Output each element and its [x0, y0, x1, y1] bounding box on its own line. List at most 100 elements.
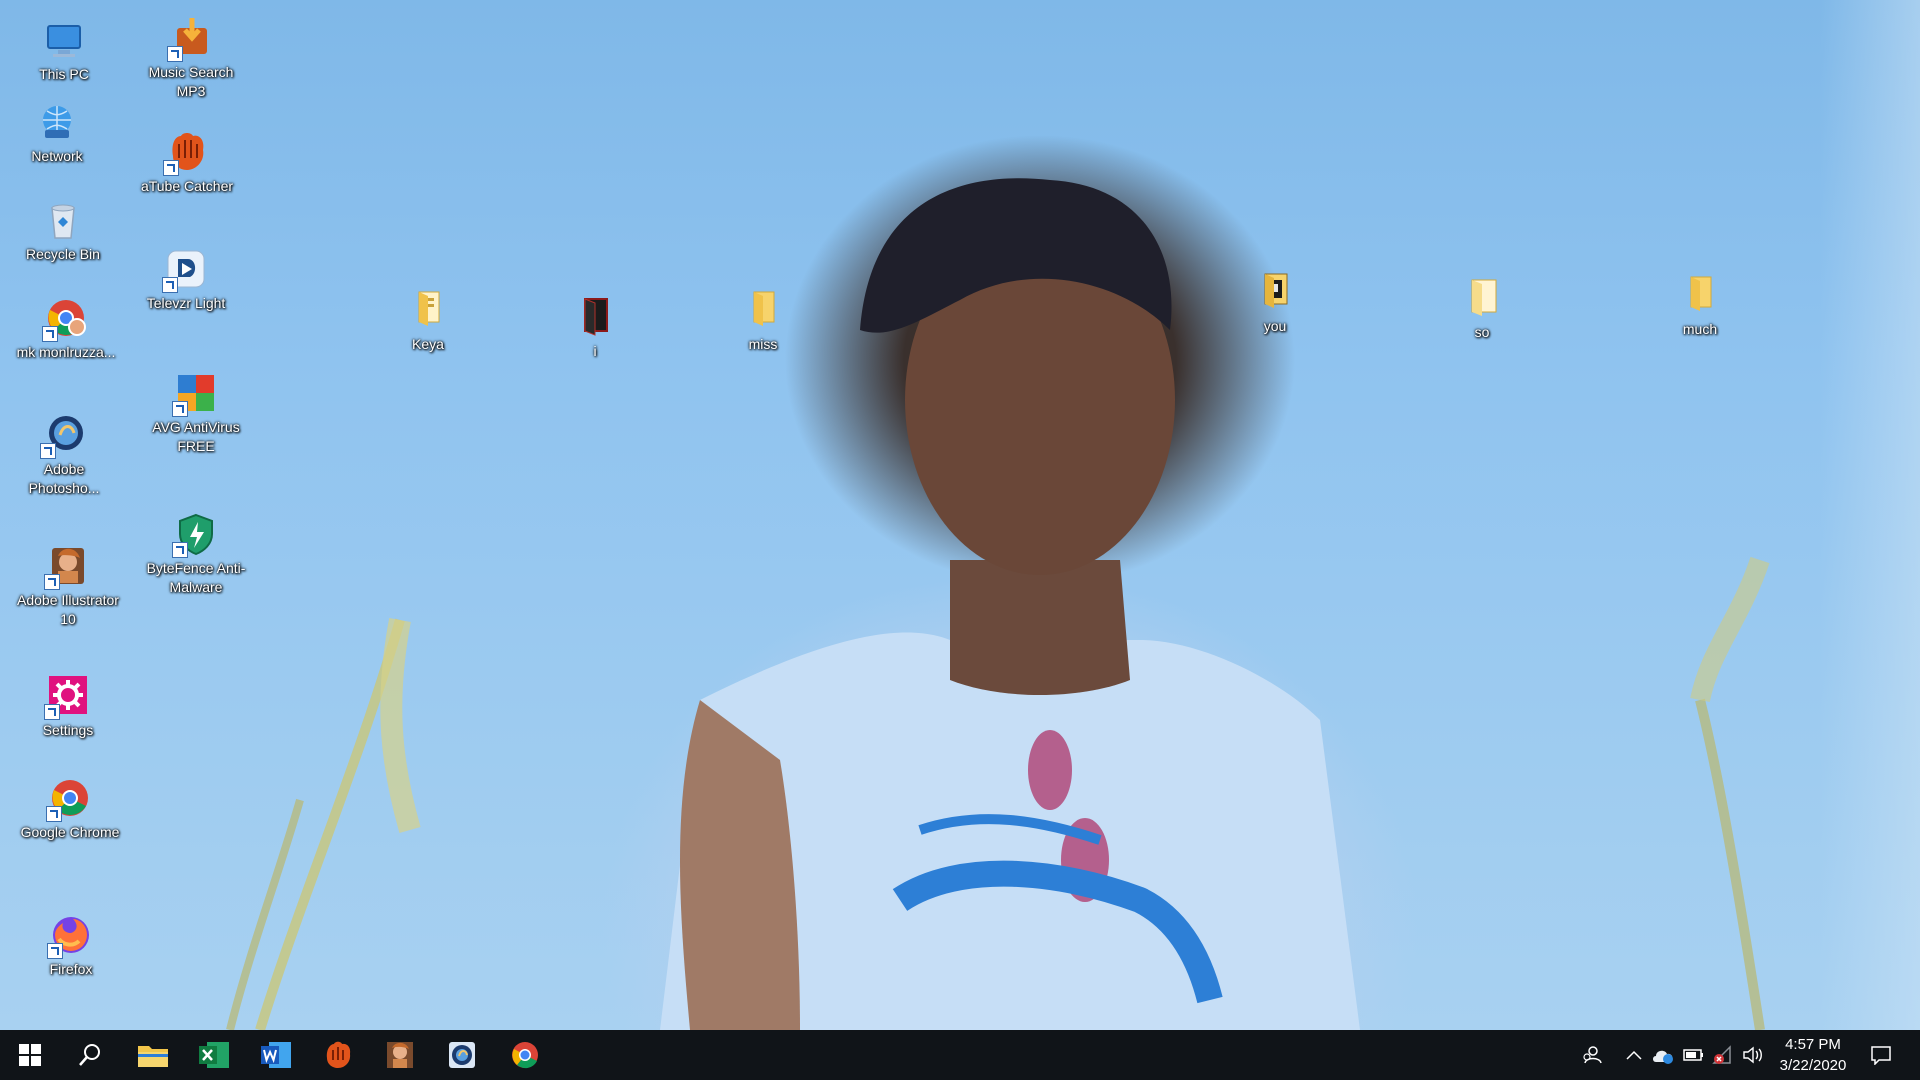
clock-time: 4:57 PM: [1785, 1036, 1841, 1053]
network-disconnected-icon: [1712, 1045, 1731, 1064]
folder-icon: [1253, 270, 1297, 314]
folder-icon: [138, 1046, 168, 1067]
folder-icon: [406, 288, 450, 332]
taskbar-excel[interactable]: [186, 1030, 242, 1080]
onedrive-button[interactable]: [1649, 1030, 1677, 1080]
shortcut-arrow-icon: [172, 542, 188, 558]
action-center-button[interactable]: [1866, 1030, 1896, 1080]
taskbar-illustrator[interactable]: [372, 1030, 428, 1080]
search-button[interactable]: [62, 1030, 118, 1080]
desktop-icon-label: Google Chrome: [20, 824, 120, 840]
desktop-icon-label: AVG AntiVirus FREE: [152, 419, 240, 454]
folder-label: you: [1263, 318, 1287, 334]
chrome-icon: [46, 776, 92, 822]
shortcut-arrow-icon: [163, 160, 179, 176]
speaker-icon: [1743, 1046, 1762, 1064]
taskbar-atube-catcher[interactable]: [310, 1030, 366, 1080]
folder-icon: [741, 288, 785, 332]
network-status-button[interactable]: [1709, 1030, 1737, 1080]
desktop-icon-televzr[interactable]: Televzr Light: [131, 247, 241, 313]
shortcut-arrow-icon: [40, 443, 56, 459]
battery-icon: [1683, 1049, 1703, 1061]
televzr-icon: [162, 247, 208, 293]
desktop-icon-recycle-bin[interactable]: Recycle Bin: [8, 198, 118, 264]
desktop-icon-this-pc[interactable]: This PC: [9, 18, 119, 84]
clock-date: 3/22/2020: [1779, 1057, 1847, 1074]
desktop-icon-label: Adobe Photosho...: [28, 461, 100, 496]
folder-much[interactable]: much: [1645, 273, 1755, 339]
illustrator-icon: [44, 544, 90, 590]
desktop-icon-label: Recycle Bin: [26, 246, 100, 262]
folder-keya[interactable]: Keya: [373, 288, 483, 354]
show-hidden-icons-button[interactable]: [1620, 1030, 1648, 1080]
desktop-icon-avg[interactable]: AVG AntiVirus FREE: [141, 371, 251, 456]
bytefence-icon: [172, 512, 218, 558]
recycle-bin-icon: [41, 198, 85, 242]
taskbar-word[interactable]: [248, 1030, 304, 1080]
chrome-profile-icon: [42, 296, 88, 342]
desktop-icon-label: This PC: [39, 66, 89, 82]
desktop-icon-network[interactable]: Network: [2, 100, 112, 166]
folder-you[interactable]: you: [1220, 270, 1330, 336]
illustrator-icon: [387, 1042, 413, 1068]
folder-miss[interactable]: miss: [708, 288, 818, 354]
desktop-icon-illustrator[interactable]: Adobe Illustrator 10: [13, 544, 123, 629]
desktop-icon-label: Music Search MP3: [148, 64, 234, 99]
chrome-icon: [512, 1042, 538, 1069]
desktop-icon-label: Televzr Light: [146, 295, 226, 311]
desktop-icon-label: Settings: [42, 722, 94, 738]
desktop-icon-firefox[interactable]: Firefox: [16, 913, 126, 979]
folder-label: so: [1474, 324, 1490, 340]
shortcut-arrow-icon: [44, 704, 60, 720]
folder-label: Keya: [412, 336, 444, 352]
desktop-icon-label: ByteFence Anti-Malware: [146, 560, 246, 595]
photoshop-icon: [40, 413, 86, 459]
cloud-sync-icon: [1653, 1050, 1673, 1064]
excel-icon: [199, 1042, 229, 1068]
volume-button[interactable]: [1739, 1030, 1767, 1080]
desktop-icon-label: Network: [31, 148, 83, 164]
avg-icon: [172, 371, 218, 417]
folder-label: much: [1682, 321, 1718, 337]
folder-so[interactable]: so: [1427, 276, 1537, 342]
desktop-icon-settings[interactable]: Settings: [13, 674, 123, 740]
taskbar-chrome[interactable]: [497, 1030, 553, 1080]
wallpaper-edge: [1820, 0, 1920, 1030]
shortcut-arrow-icon: [47, 943, 63, 959]
folder-icon: [1460, 276, 1504, 320]
desktop-icon-atube-catcher[interactable]: aTube Catcher: [132, 130, 242, 196]
word-icon: [261, 1042, 291, 1068]
shortcut-arrow-icon: [42, 326, 58, 342]
taskbar-photoshop[interactable]: [434, 1030, 490, 1080]
people-button[interactable]: [1578, 1030, 1606, 1080]
search-icon: [79, 1044, 100, 1066]
desktop-icon-bytefence[interactable]: ByteFence Anti-Malware: [141, 512, 251, 597]
shortcut-arrow-icon: [172, 401, 188, 417]
shortcut-arrow-icon: [44, 574, 60, 590]
firefox-icon: [47, 913, 93, 959]
desktop-icon-google-chrome[interactable]: Google Chrome: [15, 776, 125, 842]
desktop-icon-music-search[interactable]: Music Search MP3: [136, 16, 246, 101]
desktop-icon-chrome-profile[interactable]: mk monlruzza...: [11, 296, 121, 362]
desktop-icon-label: aTube Catcher: [140, 178, 234, 194]
music-search-icon: [167, 16, 213, 62]
atube-icon: [326, 1041, 351, 1068]
desktop[interactable]: This PC Network Recycle Bin mk monlruzza…: [0, 0, 1920, 1030]
folder-i[interactable]: i: [540, 295, 650, 361]
settings-icon: [44, 674, 90, 720]
taskbar-file-explorer[interactable]: [125, 1030, 181, 1080]
chevron-up-icon: [1626, 1050, 1642, 1060]
people-icon: [1583, 1046, 1602, 1064]
desktop-icon-label: Adobe Illustrator 10: [17, 592, 119, 627]
start-button[interactable]: [2, 1030, 58, 1080]
atube-catcher-icon: [163, 130, 209, 176]
this-pc-icon: [42, 18, 86, 62]
desktop-icon-label: Firefox: [49, 961, 93, 977]
desktop-icon-photoshop[interactable]: Adobe Photosho...: [9, 413, 119, 498]
folder-label: i: [593, 343, 597, 359]
folder-icon: [573, 295, 617, 339]
folder-icon: [1678, 273, 1722, 317]
clock[interactable]: 4:57 PM 3/22/2020: [1770, 1034, 1856, 1076]
battery-button[interactable]: [1680, 1030, 1708, 1080]
notification-icon: [1871, 1046, 1891, 1065]
